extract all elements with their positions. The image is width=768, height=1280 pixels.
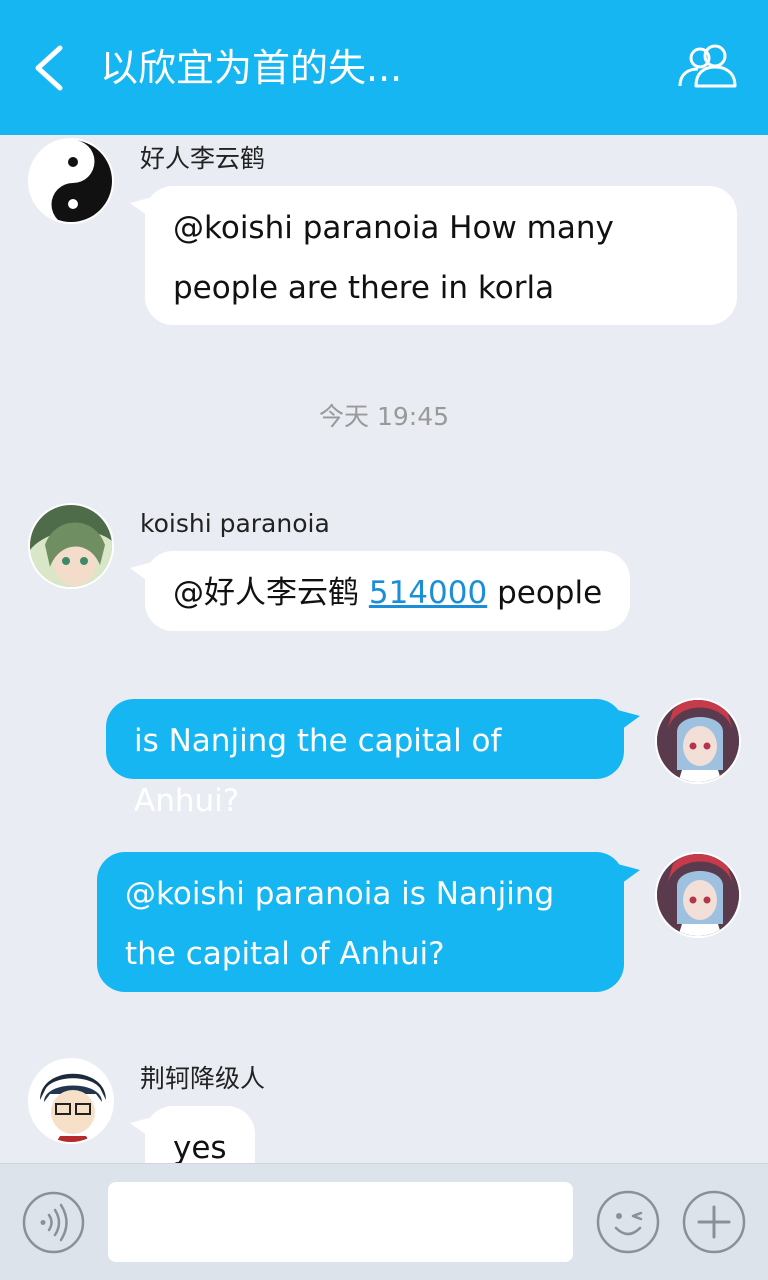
timestamp-day: 今天 [318, 402, 369, 431]
anime-boy-avatar-image [30, 1060, 112, 1142]
message-text: @koishi paranoia is Nanjing the capital … [125, 876, 555, 972]
voice-button[interactable] [22, 1191, 85, 1254]
emoji-icon [596, 1190, 660, 1254]
message-input[interactable] [108, 1182, 573, 1262]
cat-avatar-image [30, 140, 112, 222]
avatar[interactable] [28, 1058, 114, 1144]
timestamp-time: 19:45 [376, 402, 449, 431]
message-text: yes [173, 1130, 227, 1163]
top-bar: 以欣宜为首的失... [0, 0, 768, 135]
sender-name: koishi paranoia [140, 509, 330, 538]
anime-maid-avatar-image [657, 854, 739, 936]
message-text: people [497, 575, 603, 611]
message-bubble[interactable]: @koishi paranoia is Nanjing the capital … [97, 852, 624, 992]
message-text: @koishi paranoia How many people are the… [173, 210, 614, 306]
more-button[interactable] [682, 1190, 746, 1254]
anime-maid-avatar-image [657, 700, 739, 782]
mention-text: @好人李云鹤 [173, 575, 359, 611]
bubble-tail [610, 862, 640, 892]
my-avatar[interactable] [655, 698, 741, 784]
group-members-icon [678, 44, 737, 88]
avatar[interactable] [28, 138, 114, 224]
message-bubble[interactable]: yes [145, 1106, 255, 1163]
group-members-button[interactable] [672, 36, 744, 100]
avatar[interactable] [28, 503, 114, 589]
message-text: is Nanjing the capital of Anhui? [134, 723, 502, 819]
voice-icon [22, 1191, 85, 1254]
sender-name: 好人李云鹤 [140, 144, 266, 173]
sender-name: 荆轲降级人 [140, 1064, 266, 1093]
bubble-tail [610, 708, 640, 738]
number-link[interactable]: 514000 [369, 575, 487, 611]
chevron-left-icon [35, 45, 63, 91]
chat-title: 以欣宜为首的失... [100, 46, 403, 90]
anime-girl-avatar-image [30, 505, 112, 587]
back-button[interactable] [24, 36, 84, 100]
my-avatar[interactable] [655, 852, 741, 938]
timestamp: 今天 19:45 [0, 397, 768, 433]
emoji-button[interactable] [596, 1190, 660, 1254]
message-bubble[interactable]: @koishi paranoia How many people are the… [145, 186, 737, 325]
input-bar [0, 1163, 768, 1280]
message-bubble[interactable]: is Nanjing the capital of Anhui? [106, 699, 624, 819]
message-list[interactable]: 好人李云鹤 @koishi paranoia How many people a… [0, 135, 768, 1163]
message-bubble[interactable]: @好人李云鹤 514000 people [145, 551, 631, 631]
plus-icon [682, 1190, 746, 1254]
